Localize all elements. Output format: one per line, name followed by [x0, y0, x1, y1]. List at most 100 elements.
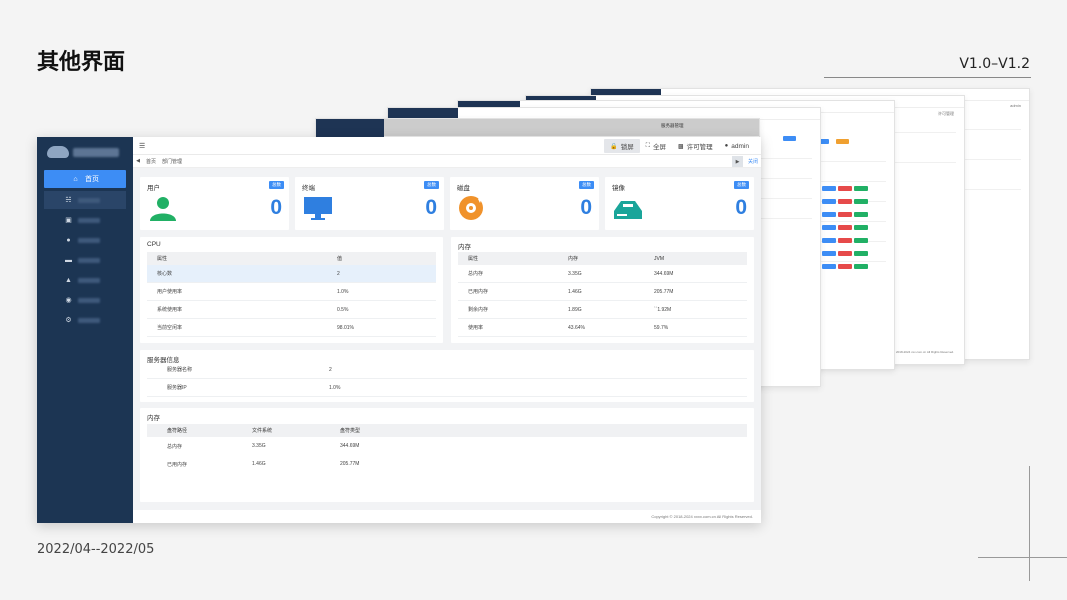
- disk-title: 内存: [147, 415, 160, 422]
- cell: 当前空闲率: [157, 325, 183, 331]
- table-row[interactable]: 使用率 43.64% 59.7%: [458, 319, 747, 337]
- cell: 系统使用率: [157, 307, 183, 313]
- header-cell: 文件系统: [252, 428, 273, 434]
- header-cell: 内存: [568, 256, 579, 262]
- blurred-label: [78, 237, 100, 243]
- license-button[interactable]: ▩ 许可管理: [672, 139, 719, 153]
- header-cell: 值: [337, 256, 343, 262]
- cell: 服务器名称: [167, 367, 193, 373]
- cell: 1.0%: [329, 384, 341, 391]
- sidebar-item-home[interactable]: ⌂ 首页: [44, 170, 126, 188]
- stat-badge: 总数: [424, 181, 439, 189]
- stat-badge: 总数: [734, 181, 749, 189]
- table-header: 盘符路径 文件系统 盘符类型: [147, 424, 747, 437]
- user-menu[interactable]: ● admin: [719, 139, 755, 153]
- fullscreen-icon: ⛶: [645, 142, 650, 149]
- tab-dept[interactable]: 部门管理: [159, 158, 185, 165]
- stat-value: 0: [425, 196, 437, 219]
- memory-title: 内存: [458, 244, 471, 251]
- user-name: admin: [731, 142, 749, 150]
- cell: 43.64%: [568, 324, 585, 331]
- table-row[interactable]: 总内存 3.35G 344.69M: [147, 437, 747, 455]
- table-row[interactable]: 已用内存 1.46G 205.77M: [458, 283, 747, 301]
- cell: 已用内存: [167, 461, 188, 468]
- tab-bar: ◀ 首页 部门管理 ▶ 关闭: [133, 155, 761, 168]
- stat-card-users: 用户 总数 0: [140, 177, 289, 230]
- cell: 1.89G: [568, 306, 582, 313]
- user-icon: ●: [724, 143, 729, 149]
- disk-icon: [459, 196, 483, 220]
- ghost-header: 服务器管理: [661, 123, 684, 128]
- fullscreen-label: 全屏: [652, 144, 666, 151]
- cell: 59.7%: [654, 324, 669, 331]
- version-label: V1.0–V1.2: [959, 56, 1030, 72]
- content-area: ☰ 🔒 锁屏 ⛶ 全屏 ▩ 许可管理 ● admin ◀ 首页 部门管理 ▶ 关…: [133, 137, 761, 523]
- cell: 344.69M: [654, 270, 674, 277]
- tab-next-icon[interactable]: ▶: [732, 156, 743, 167]
- sidebar-item-3[interactable]: ▣: [37, 211, 133, 229]
- stat-title: 终端: [302, 185, 315, 192]
- disc-icon: ◉: [65, 297, 72, 304]
- stat-title: 磁盘: [457, 185, 470, 192]
- blurred-label: [78, 217, 100, 223]
- blurred-label: [78, 197, 100, 203]
- drive-icon: ▲: [65, 276, 72, 284]
- sidebar-item-8[interactable]: ⚙: [37, 311, 133, 329]
- user-icon: [150, 197, 176, 221]
- table-row[interactable]: 服务器名称 2: [147, 361, 747, 379]
- image-drive-icon: [614, 201, 642, 219]
- cell: 剩余内存: [468, 307, 489, 313]
- blurred-label: [78, 257, 100, 263]
- table-row[interactable]: 当前空闲率 98.01%: [147, 319, 436, 337]
- cell: 3.35G: [568, 270, 582, 277]
- table-row[interactable]: 系统使用率 0.5%: [147, 301, 436, 319]
- slide-title: 其他界面: [37, 50, 126, 75]
- cell: 344.69M: [340, 443, 360, 449]
- header-cell: JVM: [654, 255, 664, 262]
- sidebar-item-4[interactable]: ●: [37, 231, 133, 249]
- home-icon: ⌂: [73, 175, 78, 183]
- sidebar-item-6[interactable]: ▲: [37, 271, 133, 289]
- cell: 0.5%: [337, 306, 349, 313]
- header-cell: 盘符类型: [340, 428, 361, 434]
- decor-horizontal-line: [978, 557, 1067, 558]
- tab-prev-icon[interactable]: ◀: [133, 158, 143, 164]
- table-row[interactable]: 已用内存 1.46G 205.77M: [147, 455, 747, 473]
- menu-icon[interactable]: ☰: [139, 142, 145, 150]
- cell: 总内存: [468, 271, 484, 277]
- user-icon: ●: [66, 236, 71, 244]
- disk-table: 盘符路径 文件系统 盘符类型 总内存 3.35G 344.69M 已用内存 1.…: [147, 424, 747, 473]
- cell: 205.77M: [654, 288, 674, 295]
- cell: 用户使用率: [157, 289, 183, 295]
- stat-value: 0: [735, 196, 747, 219]
- table-header: 属性 值: [147, 252, 436, 265]
- table-row[interactable]: 用户使用率 1.0%: [147, 283, 436, 301]
- gear-icon: ⚙: [65, 317, 72, 324]
- table-row[interactable]: 剩余内存 1.89G ``1.92M: [458, 301, 747, 319]
- logo: [37, 137, 133, 167]
- lock-screen-button[interactable]: 🔒 锁屏: [604, 139, 640, 153]
- ghost-user: admin: [1010, 103, 1021, 108]
- ghost-action-buttons: [822, 180, 872, 280]
- table-row[interactable]: 服务器IP 1.0%: [147, 379, 747, 397]
- stat-value: 0: [270, 196, 282, 219]
- cell: 2: [329, 366, 332, 373]
- logo-text-blurred: [73, 147, 119, 157]
- org-tree-icon: ☵: [65, 197, 72, 204]
- server-info-card: 服务器信息 服务器名称 2 服务器IP 1.0%: [140, 350, 754, 402]
- sidebar-item-7[interactable]: ◉: [37, 291, 133, 309]
- sidebar-item-5[interactable]: ▬: [37, 251, 133, 269]
- main-dashboard-screenshot: ⌂ 首页 ☵ ▣ ● ▬ ▲ ◉ ⚙ ☰ 🔒 锁屏 ⛶ 全屏 ▩ 许可管理 ● …: [37, 137, 761, 523]
- cell: 3.35G: [252, 443, 266, 449]
- table-row[interactable]: 核心数 2: [147, 265, 436, 283]
- topbar: ☰ 🔒 锁屏 ⛶ 全屏 ▩ 许可管理 ● admin: [133, 137, 761, 155]
- fullscreen-button[interactable]: ⛶ 全屏: [640, 139, 672, 153]
- stat-card-terminals: 终端 总数 0: [295, 177, 444, 230]
- cell: 1.0%: [337, 288, 349, 295]
- table-row[interactable]: 总内存 3.35G 344.69M: [458, 265, 747, 283]
- cell: 1.46G: [568, 288, 582, 295]
- sidebar-item-2[interactable]: ☵: [44, 191, 126, 209]
- tab-home[interactable]: 首页: [143, 158, 159, 165]
- stat-badge: 总数: [579, 181, 594, 189]
- tab-close-button[interactable]: 关闭: [748, 158, 758, 165]
